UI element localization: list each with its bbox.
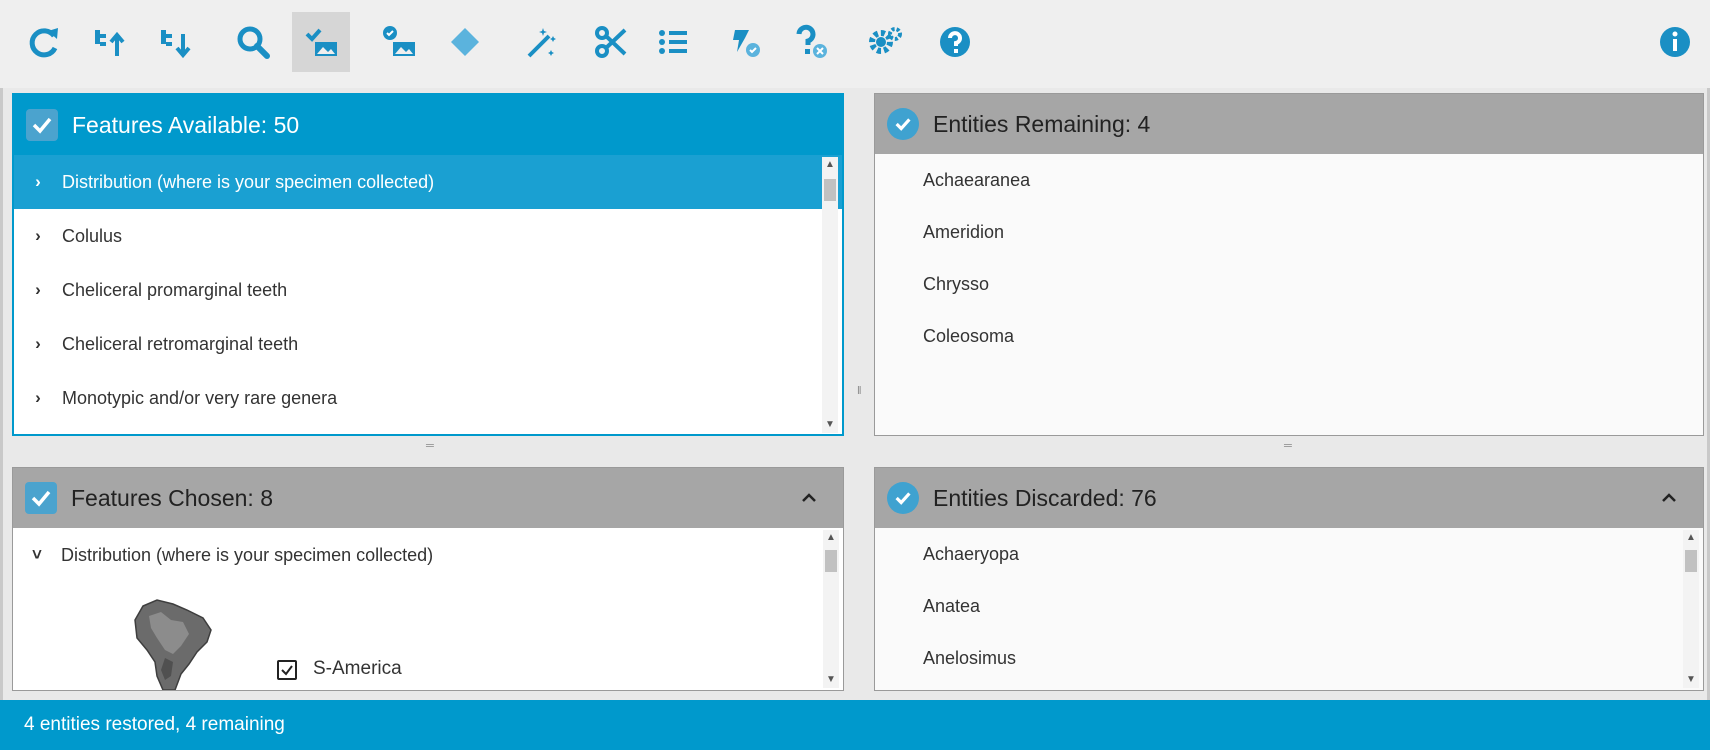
images-toggle-button[interactable] xyxy=(292,12,350,72)
checkbox-header-icon[interactable] xyxy=(26,109,58,141)
horizontal-splitter[interactable]: ═ xyxy=(1284,440,1292,452)
info-button[interactable] xyxy=(1646,12,1704,72)
features-chosen-title: Features Chosen: 8 xyxy=(71,485,274,511)
features-available-panel: Features Available: 50 › Distribution (wh… xyxy=(12,93,844,436)
diagnostic-button[interactable] xyxy=(436,12,494,72)
lightning-check-icon xyxy=(733,30,760,57)
best-order-button[interactable] xyxy=(80,12,138,72)
scrollbar-thumb[interactable] xyxy=(1685,550,1697,572)
south-america-map-image xyxy=(125,592,220,691)
entities-discarded-panel: Entities Discarded: 76 Achaeryopa Anatea… xyxy=(874,467,1704,691)
chevron-right-icon: › xyxy=(35,334,41,353)
show-images-icon xyxy=(305,28,337,56)
restart-button[interactable] xyxy=(14,12,72,72)
check-circle-icon[interactable] xyxy=(887,482,919,514)
auto-button[interactable] xyxy=(512,12,570,72)
sort-descending-icon xyxy=(161,30,191,59)
list-icon xyxy=(659,30,687,54)
entities-discarded-list: Achaeryopa Anatea Anelosimus xyxy=(875,528,1703,690)
image-settings-icon xyxy=(383,26,415,56)
feature-item[interactable]: › Cheliceral promarginal teeth xyxy=(14,263,842,317)
feature-item[interactable]: › Monotypic and/or very rare genera xyxy=(14,371,842,425)
entity-item[interactable]: Ameridion xyxy=(875,206,1703,258)
separate-button[interactable] xyxy=(582,12,640,72)
chevron-up-icon[interactable] xyxy=(797,486,821,510)
unknowns-button[interactable] xyxy=(782,12,840,72)
scroll-up-icon[interactable]: ▲ xyxy=(822,157,838,173)
features-available-header: Features Available: 50 xyxy=(14,95,842,155)
scrollbar-thumb[interactable] xyxy=(824,179,836,201)
set-mode-button[interactable] xyxy=(716,12,774,72)
scroll-up-icon[interactable]: ▲ xyxy=(1683,530,1699,546)
help-button[interactable] xyxy=(926,12,984,72)
entity-item[interactable]: Anatea xyxy=(875,580,1703,632)
s-america-checkbox[interactable] xyxy=(277,660,297,680)
chevron-right-icon: › xyxy=(35,172,41,191)
feature-item[interactable]: › Colulus xyxy=(14,209,842,263)
entity-item[interactable]: Achaeryopa xyxy=(875,528,1703,580)
chevron-right-icon: › xyxy=(35,226,41,245)
sort-ascending-icon xyxy=(95,30,125,56)
checkbox-header-icon[interactable] xyxy=(25,482,57,514)
search-icon xyxy=(237,26,270,59)
feature-item[interactable]: › Distribution (where is your specimen co… xyxy=(14,155,842,209)
info-icon xyxy=(1660,27,1690,57)
find-button[interactable] xyxy=(224,12,282,72)
natural-order-button[interactable] xyxy=(146,12,204,72)
settings-button[interactable] xyxy=(856,12,914,72)
entity-item[interactable]: Anelosimus xyxy=(875,632,1703,684)
scissors-icon xyxy=(595,26,627,58)
features-available-list: › Distribution (where is your specimen co… xyxy=(14,155,842,434)
question-x-icon xyxy=(796,24,827,58)
s-america-label: S-America xyxy=(313,658,402,679)
entity-item[interactable]: Coleosoma xyxy=(875,310,1703,362)
entities-discarded-title: Entities Discarded: 76 xyxy=(933,485,1157,511)
features-chosen-header: Features Chosen: 8 xyxy=(13,468,843,528)
refresh-icon xyxy=(29,28,58,58)
entity-item[interactable]: Achaearanea xyxy=(875,154,1703,206)
scroll-up-icon[interactable]: ▲ xyxy=(823,530,839,546)
horizontal-splitter[interactable]: ═ xyxy=(426,440,434,452)
toolbar xyxy=(0,0,1710,88)
vertical-splitter[interactable]: ‖ xyxy=(857,385,862,397)
chevron-up-icon[interactable] xyxy=(1657,486,1681,510)
chevron-down-icon: ˅ xyxy=(32,545,42,564)
chosen-feature-item[interactable]: ˅ Distribution (where is your specimen co… xyxy=(13,528,843,582)
entities-discarded-scrollbar[interactable]: ▲ ▼ xyxy=(1683,530,1699,688)
diamond-icon xyxy=(451,28,479,56)
entities-remaining-header: Entities Remaining: 4 xyxy=(875,94,1703,154)
features-available-title: Features Available: 50 xyxy=(72,112,300,138)
check-circle-icon[interactable] xyxy=(887,108,919,140)
chevron-right-icon: › xyxy=(35,388,41,407)
magic-wand-icon xyxy=(527,28,556,58)
features-available-scrollbar[interactable]: ▲ ▼ xyxy=(822,157,838,433)
differences-button[interactable] xyxy=(644,12,702,72)
chevron-right-icon: › xyxy=(35,280,41,299)
features-chosen-scrollbar[interactable]: ▲ ▼ xyxy=(823,530,839,688)
scroll-down-icon[interactable]: ▼ xyxy=(1683,672,1699,688)
scroll-down-icon[interactable]: ▼ xyxy=(823,672,839,688)
help-icon xyxy=(940,27,970,57)
status-bar: 4 entities restored, 4 remaining xyxy=(0,700,1710,750)
feature-item[interactable]: › Cheliceral retromarginal teeth xyxy=(14,317,842,371)
entities-remaining-title: Entities Remaining: 4 xyxy=(933,111,1151,137)
scrollbar-thumb[interactable] xyxy=(825,550,837,572)
entity-item[interactable]: Chrysso xyxy=(875,258,1703,310)
settings-icon xyxy=(869,27,902,54)
scroll-down-icon[interactable]: ▼ xyxy=(822,417,838,433)
entities-remaining-panel: Entities Remaining: 4 Achaearanea Amerid… xyxy=(874,93,1704,436)
entities-discarded-header: Entities Discarded: 76 xyxy=(875,468,1703,528)
image-settings-button[interactable] xyxy=(370,12,428,72)
entities-remaining-list: Achaearanea Ameridion Chrysso Coleosoma xyxy=(875,154,1703,435)
status-text: 4 entities restored, 4 remaining xyxy=(24,714,285,735)
